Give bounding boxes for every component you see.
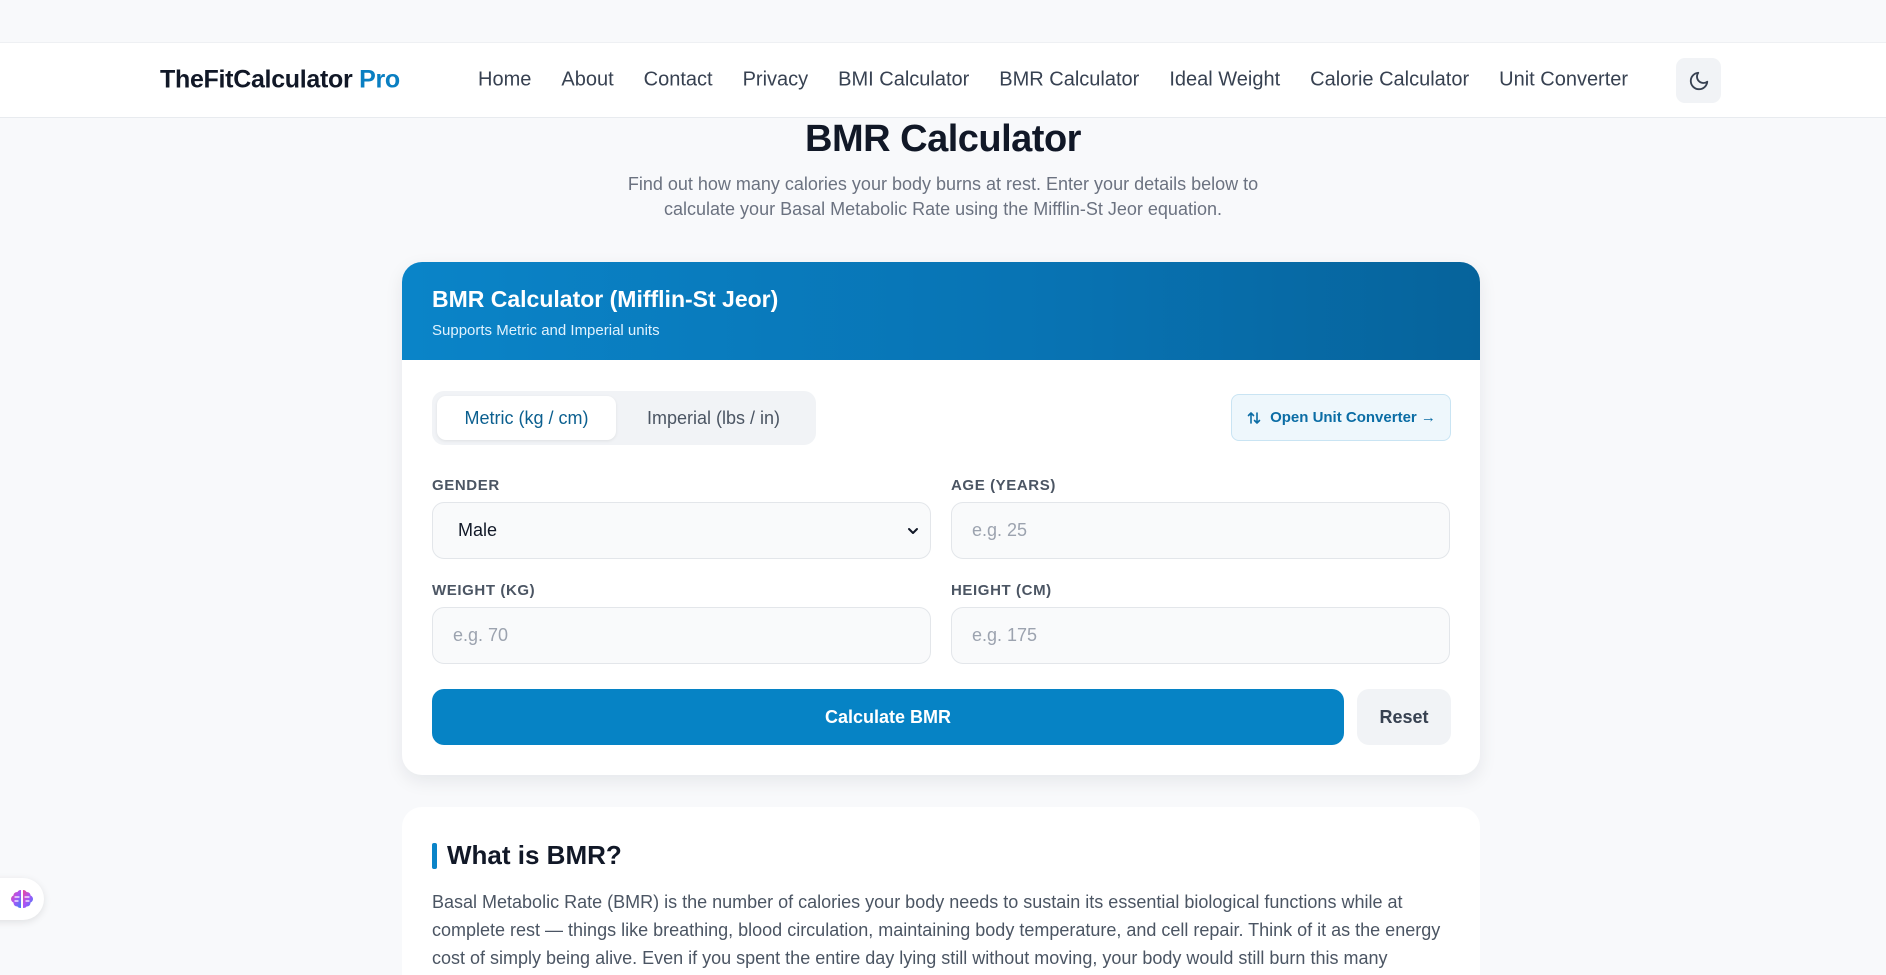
age-label: Age (years): [951, 477, 1056, 494]
open-unit-converter-button[interactable]: Open Unit Converter →: [1231, 394, 1451, 441]
nav-link-bmi-calculator[interactable]: BMI Calculator: [838, 69, 969, 92]
reset-button[interactable]: Reset: [1357, 689, 1451, 745]
brand-suffix: Pro: [359, 65, 400, 94]
nav-link-ideal-weight[interactable]: Ideal Weight: [1169, 69, 1280, 92]
weight-label: Weight (kg): [432, 582, 536, 599]
age-input[interactable]: e.g. 25: [951, 502, 1450, 559]
nav-link-calorie-calculator[interactable]: Calorie Calculator: [1310, 69, 1469, 92]
calculator-header: BMR Calculator (Mifflin-St Jeor) Support…: [402, 262, 1480, 360]
chevron-down-icon: [908, 527, 918, 534]
nav-link-about[interactable]: About: [561, 69, 613, 92]
gender-select[interactable]: Male: [432, 502, 931, 559]
open-unit-converter-label: Open Unit Converter →: [1270, 409, 1436, 426]
floating-assistant-button[interactable]: [0, 878, 44, 920]
calculator-subtitle: Supports Metric and Imperial units: [432, 322, 660, 339]
heading-accent-bar: [432, 842, 437, 869]
nav-link-unit-converter[interactable]: Unit Converter: [1499, 69, 1628, 92]
height-label: Height (cm): [951, 582, 1052, 599]
moon-icon: [1689, 71, 1708, 90]
tab-metric[interactable]: Metric (kg / cm): [437, 396, 616, 440]
dark-mode-toggle[interactable]: [1676, 58, 1721, 103]
page-title: BMR Calculator: [805, 118, 1081, 160]
page-subtitle: Find out how many calories your body bur…: [627, 174, 1259, 219]
weight-input[interactable]: e.g. 70: [432, 607, 931, 664]
brand-name: TheFitCalculator: [160, 65, 353, 94]
swap-arrows-icon: [1247, 411, 1261, 424]
calculator-title: BMR Calculator (Mifflin-St Jeor): [432, 286, 779, 312]
height-input[interactable]: e.g. 175: [951, 607, 1450, 664]
gender-label: Gender: [432, 477, 500, 494]
main-nav: Home About Contact Privacy BMI Calculato…: [478, 69, 1658, 92]
what-is-bmr-section: What is BMR? Basal Metabolic Rate (BMR) …: [402, 807, 1480, 975]
section-heading: What is BMR?: [432, 840, 622, 871]
nav-link-home[interactable]: Home: [478, 69, 531, 92]
brand-logo[interactable]: TheFitCalculator Pro: [160, 66, 400, 95]
brain-icon: [11, 890, 33, 908]
nav-link-bmr-calculator[interactable]: BMR Calculator: [999, 69, 1139, 92]
nav-link-privacy[interactable]: Privacy: [743, 69, 809, 92]
top-navbar: TheFitCalculator Pro Home About Contact …: [0, 42, 1886, 118]
section-body: Basal Metabolic Rate (BMR) is the number…: [432, 892, 1441, 968]
tab-imperial[interactable]: Imperial (lbs / in): [616, 396, 811, 440]
calculate-bmr-button[interactable]: Calculate BMR: [432, 689, 1344, 745]
bmr-calculator-card: BMR Calculator (Mifflin-St Jeor) Support…: [402, 262, 1480, 775]
section-title: What is BMR?: [447, 840, 622, 870]
gender-selected-value: Male: [458, 520, 498, 540]
nav-link-contact[interactable]: Contact: [644, 69, 713, 92]
unit-system-tabs: Metric (kg / cm) Imperial (lbs / in): [432, 391, 816, 445]
